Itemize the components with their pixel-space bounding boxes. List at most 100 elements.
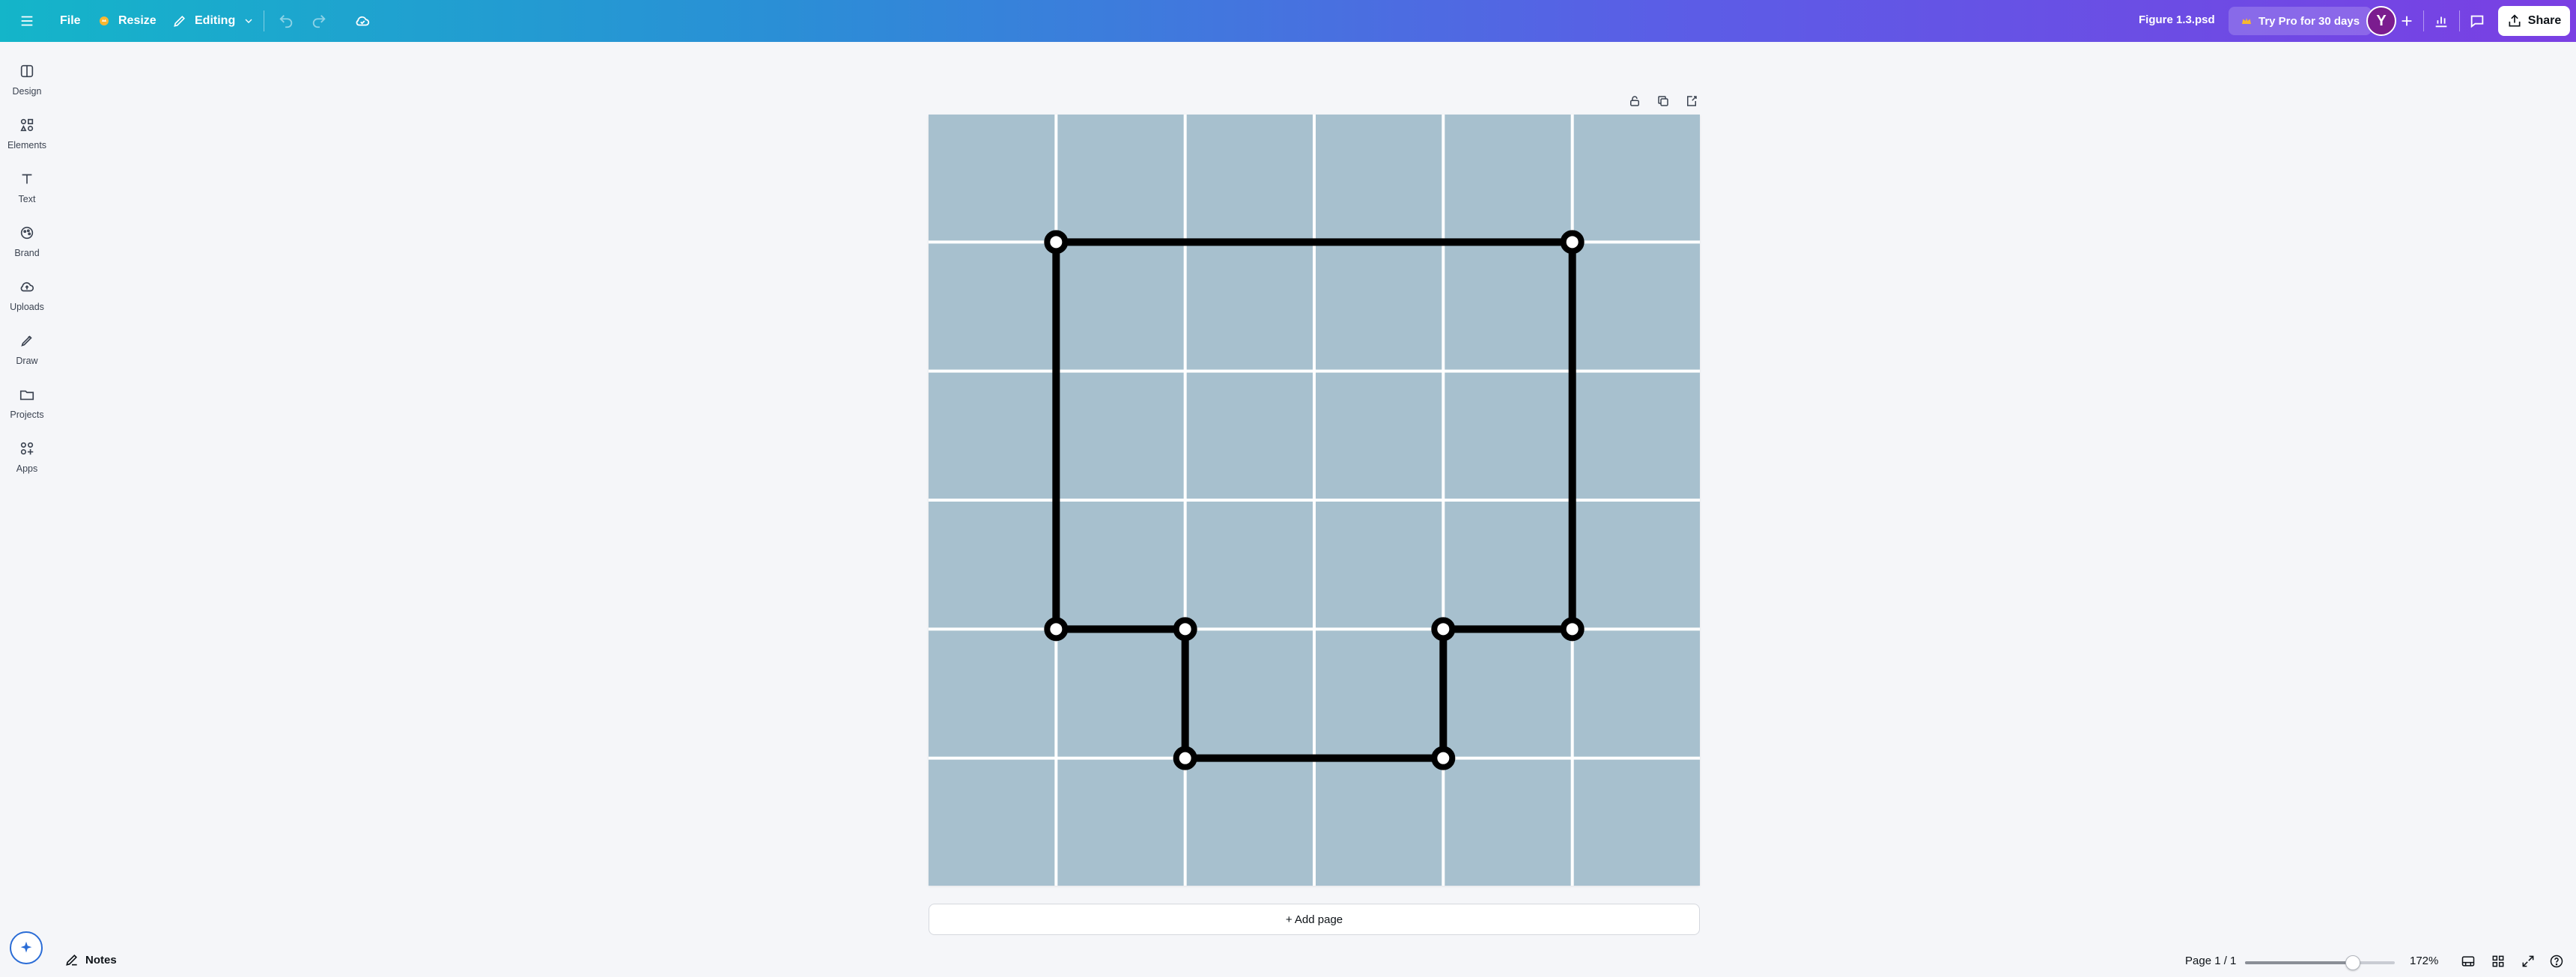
zoom-level[interactable]: 172% <box>2410 955 2438 967</box>
grid-cell[interactable] <box>1573 243 1700 370</box>
grid-cell[interactable] <box>1573 115 1700 241</box>
grid-cell[interactable] <box>929 502 1055 628</box>
sidebar-item-label: Draw <box>16 355 38 366</box>
grid-cell[interactable] <box>1057 115 1184 241</box>
zoom-slider-fill <box>2245 961 2353 964</box>
figure-vertex[interactable] <box>1560 617 1585 642</box>
file-menu-button[interactable]: File <box>51 6 90 36</box>
brand-icon <box>19 225 35 243</box>
grid-cell[interactable] <box>1186 243 1313 370</box>
pages-view-icon[interactable] <box>2456 949 2480 973</box>
add-collaborator-icon[interactable] <box>2392 6 2422 36</box>
notes-button[interactable]: Notes <box>64 952 117 967</box>
design-canvas[interactable] <box>929 115 1700 886</box>
notes-icon <box>64 952 79 967</box>
duplicate-page-icon[interactable] <box>1652 90 1674 112</box>
grid-cell[interactable] <box>1057 372 1184 499</box>
menu-icon[interactable] <box>12 6 42 36</box>
try-pro-button[interactable]: Try Pro for 30 days <box>2229 7 2372 35</box>
zoom-slider[interactable] <box>2245 955 2395 970</box>
document-title[interactable]: Figure 1.3.psd <box>2139 13 2215 26</box>
resize-button[interactable]: Resize <box>88 6 165 36</box>
try-pro-label: Try Pro for 30 days <box>2258 14 2360 28</box>
grid-cell[interactable] <box>1316 115 1442 241</box>
grid-cell[interactable] <box>1316 372 1442 499</box>
help-icon[interactable] <box>2545 949 2569 973</box>
figure-vertex[interactable] <box>1560 230 1585 255</box>
editing-mode-dropdown[interactable]: Editing <box>163 6 264 36</box>
grid-cell[interactable] <box>1186 372 1313 499</box>
comment-icon[interactable] <box>2462 6 2492 36</box>
grid-cell[interactable] <box>1573 372 1700 499</box>
zoom-slider-handle[interactable] <box>2345 955 2360 970</box>
sidebar-item-label: Text <box>18 193 36 204</box>
sidebar-item-label: Apps <box>16 463 38 474</box>
grid-cell[interactable] <box>1573 502 1700 628</box>
figure-vertex[interactable] <box>1173 746 1197 770</box>
left-sidebar: Design Elements Text Brand Uploads Draw … <box>0 42 54 977</box>
sidebar-item-design[interactable]: Design <box>0 55 54 103</box>
grid-cell[interactable] <box>929 243 1055 370</box>
grid-cell[interactable] <box>1445 243 1571 370</box>
magic-assistant-button[interactable] <box>10 931 43 964</box>
grid-view-icon[interactable] <box>2486 949 2510 973</box>
pencil-icon <box>172 13 187 28</box>
sidebar-item-elements[interactable]: Elements <box>0 109 54 157</box>
grid-cell[interactable] <box>929 759 1055 886</box>
figure-vertex[interactable] <box>1044 230 1069 255</box>
grid-cell[interactable] <box>1316 759 1442 886</box>
figure-vertex[interactable] <box>1431 617 1456 642</box>
sidebar-item-draw[interactable]: Draw <box>0 325 54 373</box>
sidebar-item-projects[interactable]: Projects <box>0 379 54 427</box>
grid-cell[interactable] <box>1186 759 1313 886</box>
fullscreen-icon[interactable] <box>2516 949 2540 973</box>
grid-cell[interactable] <box>929 630 1055 757</box>
insights-chart-icon[interactable] <box>2426 6 2456 36</box>
add-page-button[interactable]: + Add page <box>929 904 1700 935</box>
grid-cell[interactable] <box>1316 502 1442 628</box>
grid-cell[interactable] <box>1573 630 1700 757</box>
top-bar: File Resize Editing Figure 1.3.psd Try P… <box>0 0 2576 42</box>
sidebar-item-label: Brand <box>14 247 40 258</box>
figure-vertex[interactable] <box>1173 617 1197 642</box>
grid-cell[interactable] <box>1573 759 1700 886</box>
grid-cell[interactable] <box>1186 630 1313 757</box>
cloud-saved-icon[interactable] <box>347 6 377 36</box>
projects-icon <box>19 386 35 405</box>
apps-icon <box>19 440 35 459</box>
page-counter[interactable]: Page 1 / 1 <box>2185 955 2236 967</box>
grid-cell[interactable] <box>929 115 1055 241</box>
sidebar-item-brand[interactable]: Brand <box>0 217 54 265</box>
editing-label: Editing <box>195 14 236 27</box>
grid-cell[interactable] <box>1445 115 1571 241</box>
sidebar-item-uploads[interactable]: Uploads <box>0 271 54 319</box>
grid-cell[interactable] <box>1057 243 1184 370</box>
lock-icon[interactable] <box>1623 90 1646 112</box>
sidebar-item-label: Uploads <box>10 301 44 312</box>
figure-vertex[interactable] <box>1431 746 1456 770</box>
grid-cell[interactable] <box>1316 630 1442 757</box>
grid-cell[interactable] <box>1445 502 1571 628</box>
grid-cell[interactable] <box>929 372 1055 499</box>
avatar-initial: Y <box>2376 12 2387 29</box>
grid-cell[interactable] <box>1445 630 1571 757</box>
grid-cell[interactable] <box>1445 372 1571 499</box>
grid-cell[interactable] <box>1445 759 1571 886</box>
grid-cell[interactable] <box>1057 630 1184 757</box>
grid-cell[interactable] <box>1186 115 1313 241</box>
add-page-label: + Add page <box>1285 913 1343 926</box>
notes-label: Notes <box>85 953 117 967</box>
sidebar-item-apps[interactable]: Apps <box>0 433 54 481</box>
file-menu-label: File <box>60 14 81 27</box>
grid-cell[interactable] <box>1186 502 1313 628</box>
share-button[interactable]: Share <box>2498 6 2570 36</box>
redo-icon[interactable] <box>304 6 334 36</box>
undo-icon[interactable] <box>271 6 301 36</box>
add-page-icon[interactable] <box>1680 90 1703 112</box>
grid-cell[interactable] <box>1316 243 1442 370</box>
figure-vertex[interactable] <box>1044 617 1069 642</box>
sidebar-item-text[interactable]: Text <box>0 163 54 211</box>
share-label: Share <box>2527 14 2562 27</box>
grid-cell[interactable] <box>1057 759 1184 886</box>
grid-cell[interactable] <box>1057 502 1184 628</box>
